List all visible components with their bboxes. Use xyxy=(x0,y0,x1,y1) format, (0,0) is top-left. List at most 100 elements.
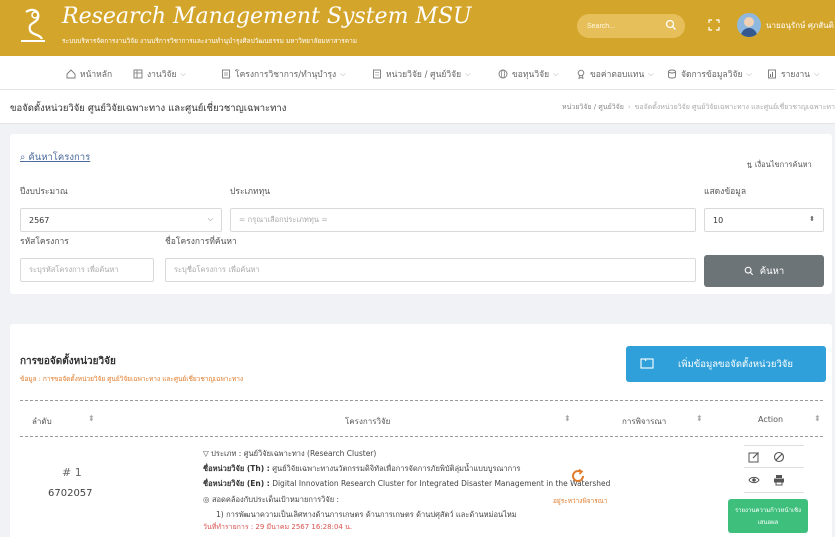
app-title[interactable]: Research Management System MSU xyxy=(62,4,472,29)
header-search-input[interactable] xyxy=(587,19,657,33)
sort-icon[interactable]: ⬍ xyxy=(696,414,703,423)
cancel-icon[interactable] xyxy=(773,451,785,463)
app-subtitle: ระบบบริหารจัดการงานวิจัย งานบริการวิชากา… xyxy=(62,37,357,45)
fiscal-year-label: ปีงบประมาณ xyxy=(20,187,68,197)
document-icon xyxy=(222,69,230,79)
report-icon xyxy=(768,69,776,79)
sort-icon[interactable]: ⬍ xyxy=(564,414,571,423)
header-search[interactable] xyxy=(577,14,685,38)
info-icon: ◎ xyxy=(203,495,212,504)
home-icon xyxy=(66,69,76,79)
main-navigation: หน้าหลัก งานวิจัย ⌵ โครงการวิชาการ/ทำนุบำ… xyxy=(0,56,835,90)
show-entries-value: 10 xyxy=(713,215,724,225)
university-logo-icon[interactable] xyxy=(18,8,48,44)
page-title: ขอจัดตั้งหน่วยวิจัย ศูนย์วิจัยเฉพาะทาง แ… xyxy=(10,103,287,114)
project-code-placeholder: ระบุรหัสโครงการ เพื่อค้นหา xyxy=(29,265,119,274)
action-divider xyxy=(744,467,804,468)
progress-report-label-1: รายงานความก้าวหน้าเชิง xyxy=(734,507,802,514)
row-type-text: ประเภท : ศูนย์วิจัยเฉพาะทาง (Research Cl… xyxy=(211,449,377,458)
pending-status-icon xyxy=(572,468,585,482)
add-research-unit-button[interactable]: เพิ่มข้อมูลขอจัดตั้งหน่วยวิจัย xyxy=(626,346,826,382)
table-divider xyxy=(20,436,823,437)
user-menu[interactable]: นายอนุรักษ์ ศุภสันติ ▾ xyxy=(766,19,835,32)
nav-item-research-units[interactable]: หน่วยวิจัย / ศูนย์วิจัย ⌵ xyxy=(372,67,470,81)
progress-report-button[interactable]: รายงานความก้าวหน้าเชิง เสนอผล xyxy=(728,499,808,533)
print-icon[interactable] xyxy=(773,474,785,486)
column-header-project[interactable]: โครงการวิจัย xyxy=(345,415,390,428)
nav-item-reports[interactable]: รายงาน ⌵ xyxy=(767,67,819,81)
sort-arrows-icon: ⇅ xyxy=(746,160,755,170)
nav-label-academic-projects: โครงการวิชาการ/ทำนุบำรุง xyxy=(235,70,337,80)
show-entries-label: แสดงข้อมูล xyxy=(704,187,747,197)
nav-label-data-management: จัดการข้อมูลวิจัย xyxy=(681,70,743,80)
view-eye-icon[interactable] xyxy=(748,474,760,486)
breadcrumb: หน่วยวิจัย / ศูนย์วิจัย › ขอจัดตั้งหน่วยวิ… xyxy=(562,102,835,113)
project-code-label: รหัสโครงการ xyxy=(20,237,69,247)
search-button[interactable]: ค้นหา xyxy=(704,255,824,287)
nav-item-compensation[interactable]: ขอค่าตอบแทน ⌵ xyxy=(576,67,654,81)
project-name-input[interactable]: ระบุชื่อโครงการ เพื่อค้นหา xyxy=(165,258,696,282)
row-type: ▽ ประเภท : ศูนย์วิจัยเฉพาะทาง (Research … xyxy=(203,448,376,460)
fund-type-select[interactable]: = กรุณาเลือกประเภททุน = xyxy=(230,208,696,232)
chevron-down-icon: ⌵ xyxy=(340,69,346,78)
user-name: นายอนุรักษ์ ศุภสันติ xyxy=(766,21,834,30)
row-number: # 1 xyxy=(62,466,82,479)
row-alignment-label: สอดคล้องกับประเด็นเป้าหมายการวิจัย : xyxy=(211,495,340,504)
action-row-top xyxy=(748,451,785,466)
nav-item-data-management[interactable]: จัดการข้อมูลวิจัย ⌵ xyxy=(667,67,752,81)
breadcrumb-parent[interactable]: หน่วยวิจัย / ศูนย์วิจัย xyxy=(562,103,624,111)
user-avatar[interactable] xyxy=(737,13,761,37)
nav-item-grants[interactable]: ขอทุนวิจัย ⌵ xyxy=(498,67,558,81)
row-name-th-value: ศูนย์วิจัยเฉพาะทางนวัตกรรมดิจิทัลเพื่อกา… xyxy=(272,464,521,473)
nav-label-research: งานวิจัย xyxy=(147,70,177,80)
fund-type-label: ประเภททุน xyxy=(230,187,271,197)
column-header-action[interactable]: Action xyxy=(758,415,783,424)
row-alignment-value: 1) การพัฒนาความเป็นเลิศทางด้านการเกษตร ด… xyxy=(216,510,517,519)
column-header-consideration[interactable]: การพิจารณา xyxy=(622,415,666,428)
chevron-down-icon: ⌵ xyxy=(180,69,186,78)
building-icon xyxy=(373,69,381,79)
nav-label-grants: ขอทุนวิจัย xyxy=(512,70,550,80)
advanced-search-button[interactable]: ⇅ เงื่อนไขการค้นหา xyxy=(739,154,819,176)
row-name-en-value: Digital Innovation Research Cluster for … xyxy=(272,479,611,488)
chevron-down-icon: ⌵ xyxy=(465,69,471,78)
sort-icon[interactable]: ⬍ xyxy=(814,414,821,423)
chevron-down-icon: ⌵ xyxy=(553,69,559,78)
search-projects-link[interactable]: ⌕ ค้นหาโครงการ xyxy=(20,150,90,165)
show-entries-select[interactable]: 10 ⬍ xyxy=(704,208,824,232)
sort-icon[interactable]: ⬍ xyxy=(88,414,95,423)
nav-item-academic-projects[interactable]: โครงการวิชาการ/ทำนุบำรุง ⌵ xyxy=(221,67,346,81)
row-name-en-label: ชื่อหน่วยวิจัย (En) : xyxy=(203,479,270,488)
table-divider xyxy=(20,400,823,401)
list-title: การขอจัดตั้งหน่วยวิจัย xyxy=(20,356,116,367)
table-icon xyxy=(133,69,143,79)
row-name-en: ชื่อหน่วยวิจัย (En) : Digital Innovation… xyxy=(203,478,610,490)
search-button-label: ค้นหา xyxy=(759,265,785,277)
fullscreen-icon[interactable] xyxy=(708,19,720,31)
nav-item-research[interactable]: งานวิจัย ⌵ xyxy=(133,67,186,81)
nav-item-home[interactable]: หน้าหลัก xyxy=(66,67,112,81)
fiscal-year-select[interactable]: 2567 ⌵ xyxy=(20,208,222,232)
column-header-order[interactable]: ลำดับ xyxy=(32,415,52,428)
search-projects-label: ค้นหาโครงการ xyxy=(28,152,91,163)
search-icon[interactable] xyxy=(665,19,677,31)
project-code-input[interactable]: ระบุรหัสโครงการ เพื่อค้นหา xyxy=(20,258,154,282)
updown-caret-icon: ⬍ xyxy=(809,215,815,223)
project-name-placeholder: ระบุชื่อโครงการ เพื่อค้นหา xyxy=(174,265,260,274)
search-card: ⌕ ค้นหาโครงการ ⇅ เงื่อนไขการค้นหา ปีงบปร… xyxy=(10,134,832,294)
top-header: Research Management System MSU ระบบบริหา… xyxy=(0,0,835,56)
row-name-th: ชื่อหน่วยวิจัย (Th) : ศูนย์วิจัยเฉพาะทาง… xyxy=(203,463,520,475)
folder-plus-icon xyxy=(640,358,654,369)
database-icon xyxy=(668,69,676,79)
chevron-down-icon: ⌵ xyxy=(648,69,654,78)
advanced-search-label: เงื่อนไขการค้นหา xyxy=(754,160,812,169)
filter-icon: ▽ xyxy=(203,449,212,458)
globe-icon xyxy=(498,69,508,79)
nav-label-research-units: หน่วยวิจัย / ศูนย์วิจัย xyxy=(386,70,462,80)
edit-icon[interactable] xyxy=(748,451,760,463)
chevron-down-icon: ⌵ xyxy=(207,215,213,223)
nav-label-reports: รายงาน xyxy=(781,70,811,80)
nav-label-home: หน้าหลัก xyxy=(80,70,113,80)
search-projects-icon: ⌕ xyxy=(20,152,26,163)
action-divider xyxy=(744,445,804,446)
